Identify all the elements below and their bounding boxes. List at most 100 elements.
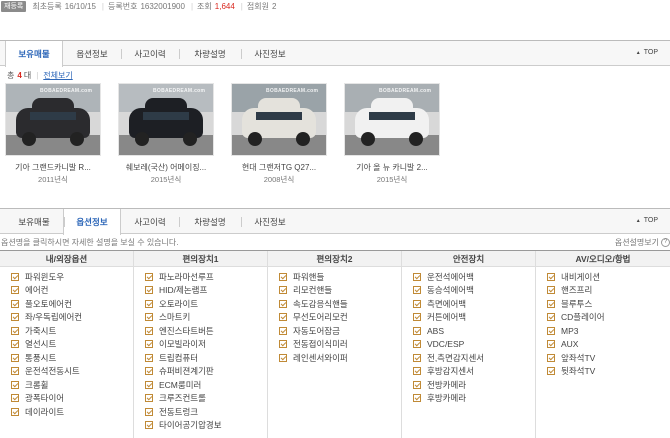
option-item[interactable]: 블루투스 [547,297,670,311]
option-item[interactable]: 광폭타이어 [11,392,133,406]
option-item[interactable]: 전,측면감지센서 [413,351,535,365]
option-item[interactable]: 전방카메라 [413,378,535,392]
option-label[interactable]: 핸즈프리 [561,284,592,296]
top-link[interactable]: ▲ TOP [636,49,658,56]
option-label[interactable]: 커튼에어백 [427,311,466,323]
car-name[interactable]: 현대 그랜저TG Q27... [231,162,327,173]
option-item[interactable]: 운전석에어백 [413,270,535,284]
view-all-link[interactable]: 전체보기 [43,70,72,81]
car-photo[interactable]: BOBAEDREAM.com [118,83,214,156]
option-item[interactable]: 풀오토에어컨 [11,297,133,311]
tab-vehicle-description[interactable]: 차량설명 [179,209,241,234]
option-item[interactable]: 좌/우독립에어컨 [11,311,133,325]
car-card[interactable]: BOBAEDREAM.com 쉐보레(국산) 어메이징... 2015년식 [118,83,214,185]
car-card[interactable]: BOBAEDREAM.com 기아 올 뉴 카니발 2... 2015년식 [344,83,440,185]
option-label[interactable]: 운전석전동시트 [25,365,80,377]
car-photo[interactable]: BOBAEDREAM.com [344,83,440,156]
option-label[interactable]: 뒷좌석TV [561,365,595,377]
tab-accident-history[interactable]: 사고이력 [121,209,179,234]
option-item[interactable]: ABS [413,324,535,338]
option-label[interactable]: 통풍시트 [25,352,56,364]
option-item[interactable]: 통풍시트 [11,351,133,365]
option-item[interactable]: 크롬휠 [11,378,133,392]
option-label[interactable]: 타이어공기압경보 [159,419,222,431]
option-label[interactable]: 동승석에어백 [427,284,474,296]
option-label[interactable]: 후방감지센서 [427,365,474,377]
option-label[interactable]: 가죽시트 [25,325,56,337]
car-name[interactable]: 기아 그랜드카니발 R... [5,162,101,173]
option-label[interactable]: 속도감응식핸들 [293,298,348,310]
option-item[interactable]: 이모빌라이저 [145,338,267,352]
option-guide-link[interactable]: 옵션설명보기? [615,237,670,248]
option-label[interactable]: 앞좌석TV [561,352,595,364]
option-label[interactable]: ECM룸미러 [159,379,201,391]
option-item[interactable]: HID/제논램프 [145,284,267,298]
option-item[interactable]: 에어컨 [11,284,133,298]
option-item[interactable]: 가죽시트 [11,324,133,338]
top-link[interactable]: ▲ TOP [636,217,658,224]
option-label[interactable]: MP3 [561,326,578,336]
option-label[interactable]: 무선도어리모컨 [293,311,348,323]
option-item[interactable]: 전동트렁크 [145,405,267,419]
option-item[interactable]: 속도감응식핸들 [279,297,401,311]
tab-holdings[interactable]: 보유매물 [5,209,63,234]
option-item[interactable]: 운전석전동시트 [11,365,133,379]
option-item[interactable]: 핸즈프리 [547,284,670,298]
tab-holdings[interactable]: 보유매물 [5,41,63,67]
option-item[interactable]: 트립컴퓨터 [145,351,267,365]
option-item[interactable]: 열선시트 [11,338,133,352]
option-item[interactable]: 뒷좌석TV [547,365,670,379]
option-label[interactable]: VDC/ESP [427,339,464,349]
option-item[interactable]: 후방카메라 [413,392,535,406]
option-label[interactable]: 운전석에어백 [427,271,474,283]
option-label[interactable]: 스마트키 [159,311,190,323]
option-label[interactable]: 좌/우독립에어컨 [25,311,82,323]
option-item[interactable]: 앞좌석TV [547,351,670,365]
tab-vehicle-description[interactable]: 차량설명 [179,41,241,66]
option-label[interactable]: 엔진스타트버튼 [159,325,214,337]
option-label[interactable]: 후방카메라 [427,392,466,404]
option-label[interactable]: 슈퍼비젼계기판 [159,365,214,377]
option-label[interactable]: HID/제논램프 [159,284,207,296]
option-label[interactable]: 파노라마선루프 [159,271,214,283]
option-item[interactable]: 파노라마선루프 [145,270,267,284]
option-label[interactable]: 자동도어잠금 [293,325,340,337]
tab-photos[interactable]: 사진정보 [241,41,299,66]
tab-accident-history[interactable]: 사고이력 [121,41,179,66]
option-item[interactable]: 후방감지센서 [413,365,535,379]
option-label[interactable]: 내비게이션 [561,271,600,283]
option-label[interactable]: 에어컨 [25,284,48,296]
option-label[interactable]: 풀오토에어컨 [25,298,72,310]
option-item[interactable]: AUX [547,338,670,352]
option-item[interactable]: 자동도어잠금 [279,324,401,338]
option-label[interactable]: 광폭타이어 [25,392,64,404]
car-photo[interactable]: BOBAEDREAM.com [231,83,327,156]
option-item[interactable]: 측면에어백 [413,297,535,311]
option-item[interactable]: 레인센서와이퍼 [279,351,401,365]
option-item[interactable]: 슈퍼비젼계기판 [145,365,267,379]
option-label[interactable]: 전동트렁크 [159,406,198,418]
option-item[interactable]: 데이라이트 [11,405,133,419]
option-label[interactable]: 트립컴퓨터 [159,352,198,364]
option-label[interactable]: AUX [561,339,578,349]
option-item[interactable]: 엔진스타트버튼 [145,324,267,338]
option-item[interactable]: 오토라이트 [145,297,267,311]
option-label[interactable]: 이모빌라이저 [159,338,206,350]
option-label[interactable]: 오토라이트 [159,298,198,310]
option-label[interactable]: 전동접이식미러 [293,338,348,350]
option-label[interactable]: 전,측면감지센서 [427,352,484,364]
car-name[interactable]: 쉐보레(국산) 어메이징... [118,162,214,173]
car-photo[interactable]: BOBAEDREAM.com [5,83,101,156]
option-label[interactable]: 전방카메라 [427,379,466,391]
option-item[interactable]: 내비게이션 [547,270,670,284]
option-item[interactable]: MP3 [547,324,670,338]
option-item[interactable]: VDC/ESP [413,338,535,352]
option-item[interactable]: 무선도어리모컨 [279,311,401,325]
option-item[interactable]: CD플레이어 [547,311,670,325]
option-label[interactable]: 리모컨핸들 [293,284,332,296]
option-item[interactable]: 전동접이식미러 [279,338,401,352]
option-item[interactable]: 파워윈도우 [11,270,133,284]
tab-options[interactable]: 옵션정보 [63,209,121,235]
car-card[interactable]: BOBAEDREAM.com 현대 그랜저TG Q27... 2008년식 [231,83,327,185]
option-item[interactable]: 파워핸들 [279,270,401,284]
